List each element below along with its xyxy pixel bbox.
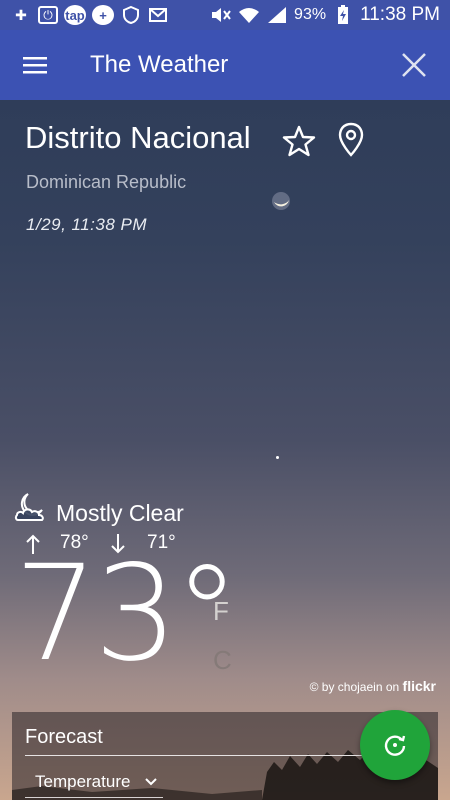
menu-icon <box>23 57 47 74</box>
unit-celsius-toggle[interactable]: C <box>213 645 232 676</box>
refresh-icon <box>384 735 406 756</box>
power-icon: ⏻ <box>38 6 58 24</box>
favorite-button[interactable] <box>282 124 318 160</box>
battery-percent: 93% <box>294 6 327 23</box>
current-temperature: 73° <box>14 537 240 691</box>
map-pin-icon <box>338 122 364 157</box>
shield-wifi-icon <box>120 5 142 25</box>
unit-fahrenheit-toggle[interactable]: F <box>213 596 229 627</box>
email-icon <box>148 5 170 25</box>
star-graphic <box>276 456 279 459</box>
battery-charging-icon <box>332 5 354 25</box>
close-icon <box>402 53 426 77</box>
refresh-button[interactable] <box>360 710 430 780</box>
country-name: Dominican Republic <box>26 172 187 192</box>
app-bar: The Weather <box>0 30 450 100</box>
close-button[interactable] <box>384 30 444 100</box>
signal-icon <box>266 5 288 25</box>
forecast-title: Forecast <box>25 726 103 748</box>
flickr-logo: flickr <box>402 678 436 694</box>
status-bar: ✚ ⏻ tap + 93% 11:38 PM <box>0 0 450 30</box>
medical-plus-icon: + <box>92 5 114 25</box>
condition-summary: Mostly Clear <box>56 500 184 526</box>
location-name: Distrito Nacional <box>25 120 251 155</box>
plus-icon: ✚ <box>15 6 27 23</box>
chevron-down-icon <box>145 777 157 785</box>
tap-badge-icon: tap <box>64 5 86 25</box>
app-title: The Weather <box>90 51 229 78</box>
photo-credit[interactable]: © by chojaein on flickr <box>310 678 436 694</box>
mute-icon <box>210 5 232 25</box>
wifi-icon <box>238 5 260 25</box>
location-pin-button[interactable] <box>336 122 368 158</box>
observation-datetime: 1/29, 11:38 PM <box>26 215 148 234</box>
star-outline-icon <box>282 125 316 157</box>
moon-graphic <box>272 192 290 210</box>
menu-button[interactable] <box>0 30 70 100</box>
forecast-type-dropdown[interactable]: Temperature <box>25 766 163 798</box>
photo-credit-text: © by chojaein on <box>309 680 400 694</box>
clock: 11:38 PM <box>360 4 440 25</box>
forecast-type-selected: Temperature <box>35 771 131 791</box>
moon-cloud-icon <box>14 493 44 521</box>
